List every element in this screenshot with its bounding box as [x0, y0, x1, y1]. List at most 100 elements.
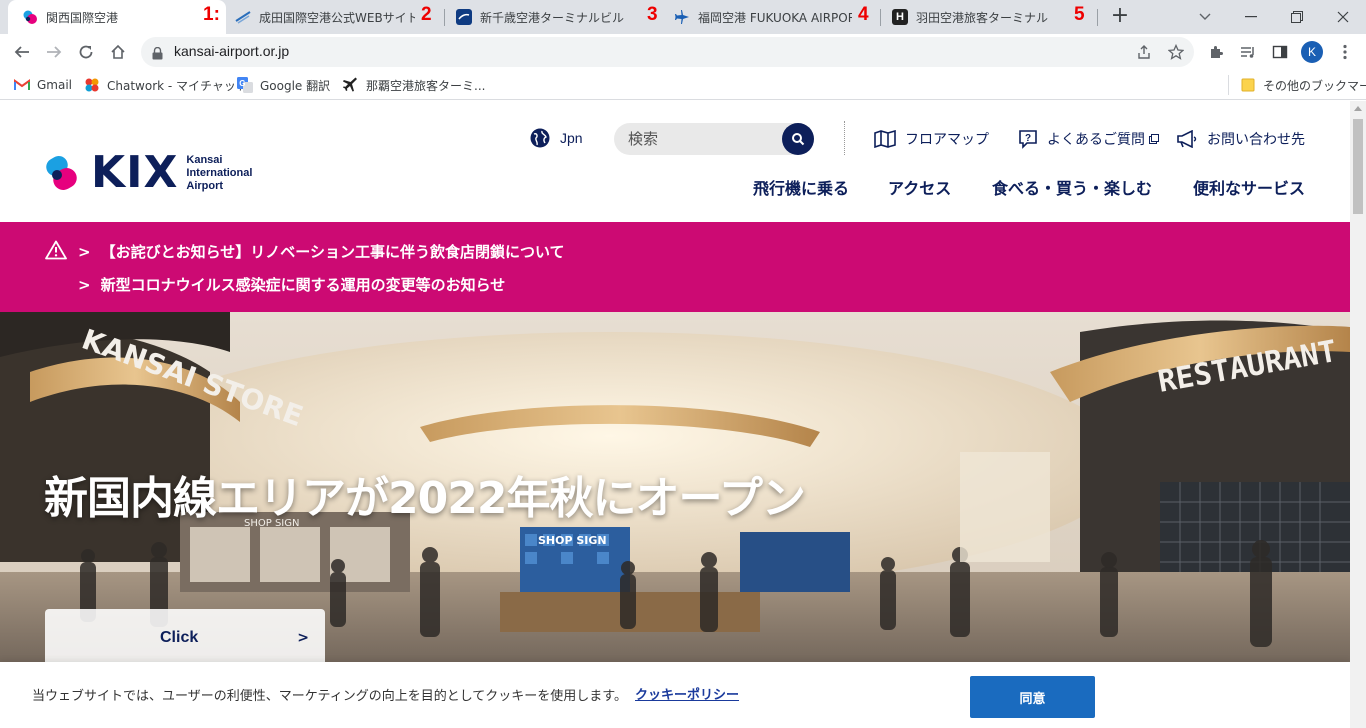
hero-click-button[interactable]: Click > [45, 609, 325, 667]
bookmark-gmail[interactable]: Gmail [14, 76, 72, 94]
nav-access[interactable]: アクセス [888, 175, 951, 199]
chevron-right-icon: > [78, 276, 91, 294]
contact-link[interactable]: お問い合わせ先 [1176, 129, 1305, 149]
alert-banner: > 【お詫びとお知らせ】リノベーション工事に伴う飲食店閉鎖について > 新型コロナウ… [0, 222, 1350, 312]
tab-narita[interactable]: 成田国際空港公式WEBサイト [235, 0, 415, 34]
airplane-icon [343, 77, 359, 93]
close-window-icon[interactable] [1320, 0, 1366, 34]
reading-list-icon[interactable] [1237, 41, 1259, 63]
browser-toolbar: kansai-airport.or.jp K [0, 34, 1366, 70]
tab-strip: 関西国際空港 1: 成田国際空港公式WEBサイト 2 新千歳空港ターミナルビル … [0, 0, 1366, 34]
question-icon: ? [1018, 129, 1038, 149]
floor-map-link[interactable]: フロアマップ [874, 129, 989, 149]
svg-text:?: ? [1025, 133, 1031, 144]
search-input[interactable] [628, 129, 778, 149]
restore-icon[interactable] [1274, 0, 1320, 34]
scrollbar-thumb[interactable] [1353, 119, 1363, 214]
alert-link-renovation[interactable]: > 【お詫びとお知らせ】リノベーション工事に伴う飲食店閉鎖について [78, 241, 565, 262]
site-search [614, 123, 814, 155]
folder-icon [1240, 77, 1256, 93]
tab-kansai[interactable]: 関西国際空港 [8, 0, 226, 34]
tab-annotation-3: 3 [647, 4, 658, 25]
chevron-right-icon: > [78, 243, 91, 261]
scroll-up-arrow-icon[interactable] [1354, 106, 1362, 111]
faq-label: よくあるご質問 [1047, 132, 1145, 148]
nav-boarding[interactable]: 飛行機に乗る [753, 175, 849, 199]
tab-new-chitose[interactable]: 新千歳空港ターミナルビル [456, 0, 646, 34]
gmail-icon [14, 77, 30, 93]
nav-dining-shopping[interactable]: 食べる・買う・楽しむ [992, 175, 1152, 199]
bookmark-chatwork[interactable]: Chatwork - マイチャット [84, 76, 248, 94]
language-switch[interactable]: Jpn [530, 128, 583, 148]
haneda-favicon-icon: H [892, 9, 908, 25]
external-link-icon [1149, 134, 1159, 144]
bookmark-naha[interactable]: 那覇空港旅客ターミ... [343, 76, 485, 94]
tab-fukuoka[interactable]: 福岡空港 FUKUOKA AIRPORT [674, 0, 852, 34]
reload-icon[interactable] [72, 38, 100, 66]
header-divider [844, 121, 845, 155]
agree-button[interactable]: 同意 [970, 676, 1095, 718]
logo-sub-line: International [186, 166, 253, 179]
search-button[interactable] [782, 123, 814, 155]
other-bookmarks[interactable]: その他のブックマーク [1240, 76, 1366, 94]
logo-subtitle: Kansai International Airport [186, 154, 252, 193]
minimize-icon[interactable] [1228, 0, 1274, 34]
logo-sub-line: Kansai [186, 153, 223, 166]
tab-annotation-2: 2 [421, 4, 432, 25]
svg-text:G: G [239, 79, 245, 88]
url-text[interactable]: kansai-airport.or.jp [174, 43, 289, 59]
shop-sign: SHOP SIGN [538, 534, 607, 547]
kix-logo[interactable]: KIX Kansai International Airport [45, 151, 252, 195]
back-arrow-icon[interactable] [8, 38, 36, 66]
tab-search-chevron-down-icon[interactable] [1182, 0, 1228, 34]
share-icon[interactable] [1134, 42, 1154, 62]
globe-icon [530, 128, 550, 148]
logo-sub-line: Airport [186, 179, 224, 192]
chevron-right-icon: > [297, 630, 309, 646]
bookmark-label: Google 翻訳 [260, 78, 331, 93]
tab-annotation-4: 4 [858, 4, 869, 25]
profile-avatar[interactable]: K [1301, 41, 1323, 63]
alert-link-covid[interactable]: > 新型コロナウイルス感染症に関する運用の変更等のお知らせ [78, 274, 505, 295]
warning-icon [45, 240, 67, 264]
cookie-message: 当ウェブサイトでは、ユーザーの利便性、マーケティングの向上を目的としてクッキーを… [32, 689, 628, 704]
alert-text: 【お詫びとお知らせ】リノベーション工事に伴う飲食店閉鎖について [100, 243, 565, 261]
forward-arrow-icon[interactable] [40, 38, 68, 66]
home-icon[interactable] [104, 38, 132, 66]
language-label: Jpn [560, 130, 583, 146]
airplane-icon [674, 9, 690, 25]
address-bar[interactable]: kansai-airport.or.jp [141, 37, 1194, 67]
browser-menu-icon[interactable] [1334, 41, 1356, 63]
bookmark-star-icon[interactable] [1166, 42, 1186, 62]
hero-banner[interactable]: KANSAI STORE RESTAURANT SHOP SIGN SHOP S… [0, 312, 1350, 672]
narita-favicon-icon [235, 9, 251, 25]
google-translate-icon: G [237, 77, 253, 93]
page-scrollbar[interactable] [1350, 101, 1366, 728]
megaphone-icon [1176, 130, 1198, 148]
floor-map-label: フロアマップ [905, 132, 989, 148]
new-chitose-favicon-icon [456, 9, 472, 25]
nav-services[interactable]: 便利なサービス [1193, 175, 1305, 199]
bookmark-google-translate[interactable]: G Google 翻訳 [237, 76, 330, 94]
extensions-puzzle-icon[interactable] [1205, 41, 1227, 63]
map-icon [874, 130, 896, 148]
cookie-consent-bar: 当ウェブサイトでは、ユーザーの利便性、マーケティングの向上を目的としてクッキーを… [0, 662, 1350, 728]
bookmarks-bar: Gmail Chatwork - マイチャット G Google 翻訳 那覇空港… [0, 70, 1366, 100]
tab-haneda[interactable]: H 羽田空港旅客ターミナル [892, 0, 1070, 34]
contact-label: お問い合わせ先 [1207, 132, 1305, 148]
hero-title: 新国内線エリアが2022年秋にオープン [44, 473, 806, 524]
new-tab-button[interactable]: + [1108, 5, 1132, 29]
side-panel-icon[interactable] [1269, 41, 1291, 63]
tab-title: 成田国際空港公式WEBサイト [259, 10, 415, 25]
faq-link[interactable]: ? よくあるご質問 [1018, 129, 1159, 149]
chatwork-icon [84, 77, 100, 93]
tab-separator [444, 9, 445, 26]
lock-icon[interactable] [152, 45, 163, 64]
kix-favicon-icon [22, 9, 38, 25]
cookie-policy-link[interactable]: クッキーポリシー [635, 684, 739, 703]
click-button-label: Click [160, 629, 199, 646]
search-icon [792, 133, 805, 146]
tab-title: 福岡空港 FUKUOKA AIRPORT [698, 10, 852, 25]
bookmark-label: Gmail [37, 78, 73, 92]
tab-annotation-5: 5 [1074, 4, 1085, 25]
